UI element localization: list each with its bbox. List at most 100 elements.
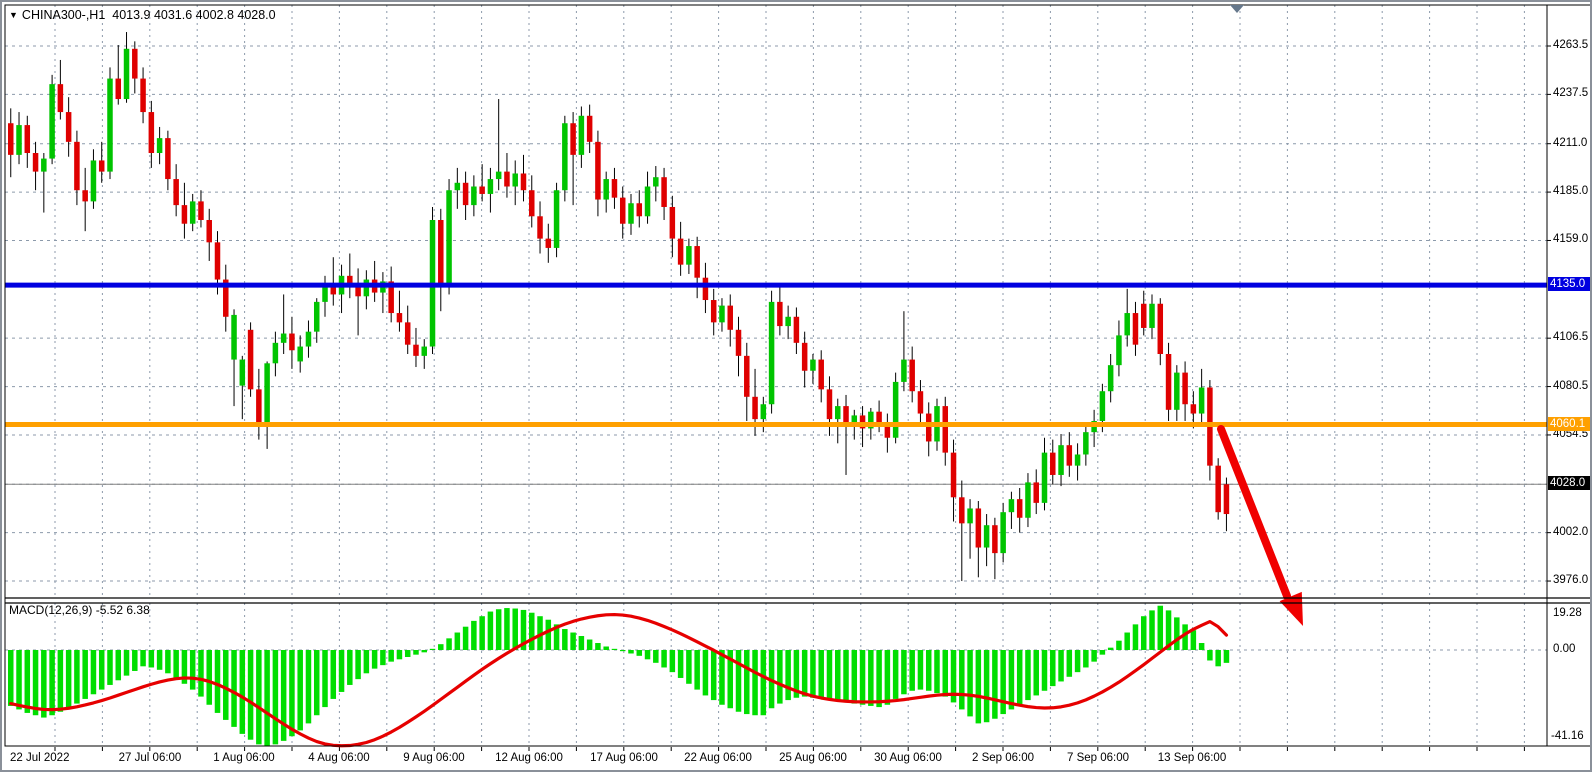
bull-candle	[107, 79, 113, 172]
bull-candle	[471, 187, 477, 206]
time-axis-label: 30 Aug 06:00	[874, 752, 942, 764]
bear-candle	[752, 397, 758, 419]
macd-histogram-bar	[198, 650, 204, 697]
macd-histogram-bar	[438, 644, 444, 650]
bear-candle	[943, 406, 949, 453]
bull-candle	[984, 525, 990, 547]
macd-histogram-bar	[41, 650, 47, 718]
macd-histogram-bar	[661, 650, 667, 667]
bull-candle	[1108, 365, 1114, 391]
macd-histogram-bar	[339, 650, 345, 692]
macd-histogram-bar	[355, 650, 361, 679]
bull-candle	[496, 172, 502, 179]
bear-candle	[620, 198, 626, 224]
symbol-timeframe-label: CHINA300-,H1	[22, 8, 105, 22]
macd-histogram-bar	[711, 650, 717, 700]
bear-candle	[694, 246, 700, 278]
time-axis-label: 9 Aug 06:00	[403, 752, 464, 764]
macd-histogram-bar	[529, 613, 535, 650]
bear-candle	[570, 123, 576, 155]
macd-histogram-bar	[1124, 633, 1130, 650]
current-price-tag: 4028.0	[1548, 476, 1591, 490]
bear-candle	[413, 345, 419, 356]
bear-candle	[438, 220, 444, 285]
macd-histogram-bar	[8, 650, 14, 706]
bear-candle	[744, 356, 750, 397]
price-axis-label: 4106.5	[1553, 331, 1588, 343]
bull-candle	[124, 49, 130, 99]
bull-candle	[686, 246, 692, 265]
bull-candle	[16, 125, 22, 155]
macd-histogram-bar	[446, 638, 452, 650]
macd-histogram-bar	[852, 650, 858, 704]
macd-histogram-bar	[256, 650, 262, 744]
macd-histogram-bar	[694, 650, 700, 690]
macd-histogram-bar	[752, 650, 758, 715]
bear-candle	[463, 183, 469, 205]
bull-candle	[835, 406, 841, 419]
bull-candle	[1124, 313, 1130, 335]
time-axis-label: 17 Aug 06:00	[590, 752, 658, 764]
bear-candle	[992, 525, 998, 553]
bull-candle	[967, 508, 973, 523]
bull-candle	[422, 347, 428, 356]
macd-histogram-bar	[455, 633, 461, 650]
macd-histogram-bar	[1009, 650, 1015, 709]
macd-histogram-bar	[140, 650, 146, 666]
macd-histogram-bar	[240, 650, 246, 734]
bull-candle	[1000, 512, 1006, 553]
price-axis-label: 4185.0	[1553, 185, 1588, 197]
bull-candle	[1174, 373, 1180, 410]
bull-candle	[893, 382, 899, 438]
bull-candle	[190, 201, 196, 223]
bull-candle	[231, 315, 237, 360]
bull-candle	[512, 173, 518, 186]
bear-candle	[1215, 466, 1221, 513]
macd-histogram-bar	[405, 650, 411, 657]
macd-histogram-bar	[223, 650, 229, 720]
bear-candle	[670, 207, 676, 239]
price-axis-label: 4263.5	[1553, 39, 1588, 51]
bear-candle	[1166, 354, 1172, 410]
symbol-dropdown-icon[interactable]: ▼	[9, 10, 18, 20]
macd-histogram-bar	[314, 650, 320, 715]
bear-candle	[637, 203, 643, 216]
macd-histogram-bar	[719, 650, 725, 705]
bear-candle	[479, 187, 485, 194]
macd-histogram-bar	[1191, 630, 1197, 650]
macd-histogram-bar	[74, 650, 80, 704]
bull-candle	[281, 334, 287, 343]
bear-candle	[8, 123, 14, 155]
bull-candle	[1058, 445, 1064, 475]
price-axis-label: 4211.0	[1553, 137, 1587, 149]
time-axis-label: 4 Aug 06:00	[308, 752, 369, 764]
time-axis-label: 7 Sep 06:00	[1067, 752, 1129, 764]
macd-histogram-bar	[422, 650, 428, 652]
macd-histogram-bar	[504, 608, 510, 650]
macd-histogram-bar	[66, 650, 72, 708]
macd-histogram-bar	[1100, 650, 1106, 655]
bear-candle	[926, 414, 932, 442]
bear-candle	[149, 112, 155, 153]
macd-histogram-bar	[736, 650, 742, 712]
macd-histogram-bar	[25, 650, 31, 713]
macd-histogram-bar	[934, 650, 940, 693]
macd-histogram-bar	[802, 650, 808, 697]
macd-histogram-bar	[1042, 650, 1048, 691]
bull-candle	[603, 179, 609, 199]
macd-histogram-bar	[678, 650, 684, 678]
bear-candle	[802, 343, 808, 371]
bear-candle	[777, 302, 783, 326]
chart-shift-marker-icon[interactable]	[1230, 5, 1244, 13]
macd-histogram-bar	[603, 647, 609, 650]
macd-histogram-bar	[116, 650, 122, 680]
bull-candle	[1042, 453, 1048, 503]
bear-candle	[727, 306, 733, 330]
trend-arrow-line[interactable]	[1221, 429, 1287, 596]
chart-canvas[interactable]	[2, 2, 1592, 772]
bull-candle	[653, 177, 659, 186]
macd-histogram-bar	[190, 650, 196, 690]
macd-histogram-bar	[289, 650, 295, 736]
macd-histogram-bar	[868, 650, 874, 706]
price-axis-label: 4237.5	[1553, 87, 1588, 99]
